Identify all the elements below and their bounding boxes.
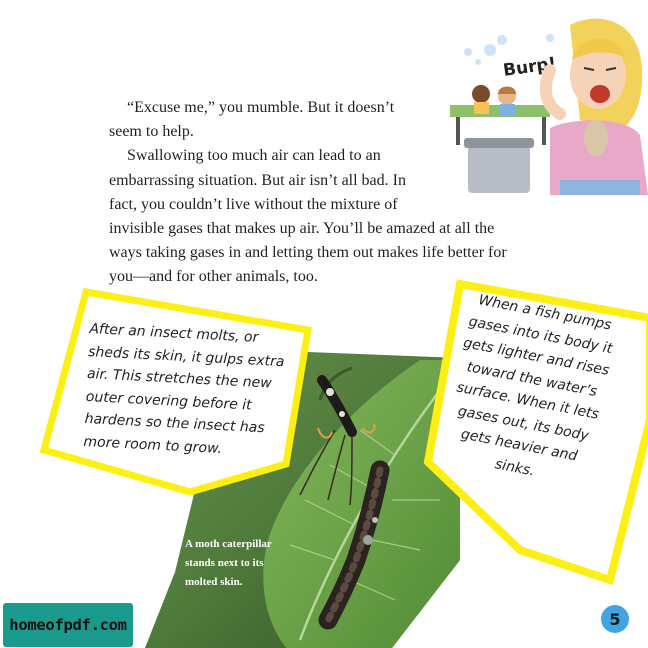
- text-line: fact, you couldn’t live without the mixt…: [109, 195, 398, 213]
- text-line: embarrassing situation. But air isn’t al…: [109, 171, 406, 189]
- homeofpdf-logo[interactable]: homeofpdf.com: [3, 603, 133, 647]
- text-line: invisible gases that makes up air. You’l…: [109, 220, 495, 238]
- caption-line: A moth caterpillar: [185, 538, 272, 550]
- text-line: Swallowing too much air can lead to an: [127, 147, 381, 165]
- book-page: Burp! “Excuse me,” you mumble. But it do…: [0, 0, 648, 648]
- callout-insect-molting: After an insect molts, or sheds its skin…: [83, 318, 300, 464]
- callout-fish-gases: When a fish pumps gases into its body it…: [429, 286, 630, 495]
- caption-line: stands next to its: [185, 557, 264, 569]
- text-line: you—and for other animals, too.: [109, 268, 318, 286]
- text-line: “Excuse me,” you mumble. But it doesn’t: [127, 99, 395, 116]
- text-line: seem to help.: [109, 123, 194, 141]
- text-line: ways taking gases in and letting them ou…: [109, 244, 507, 262]
- body-text: “Excuse me,” you mumble. But it doesn’t …: [109, 96, 539, 290]
- logo-text: homeofpdf.com: [9, 616, 127, 634]
- caption-line: molted skin.: [185, 576, 243, 588]
- page-number: 5: [609, 609, 621, 629]
- paragraph: “Excuse me,” you mumble. But it doesn’t …: [109, 96, 539, 144]
- paragraph: Swallowing too much air can lead to an e…: [109, 144, 539, 289]
- page-number-badge: 5: [601, 605, 629, 633]
- photo-caption: A moth caterpillar stands next to its mo…: [185, 535, 295, 592]
